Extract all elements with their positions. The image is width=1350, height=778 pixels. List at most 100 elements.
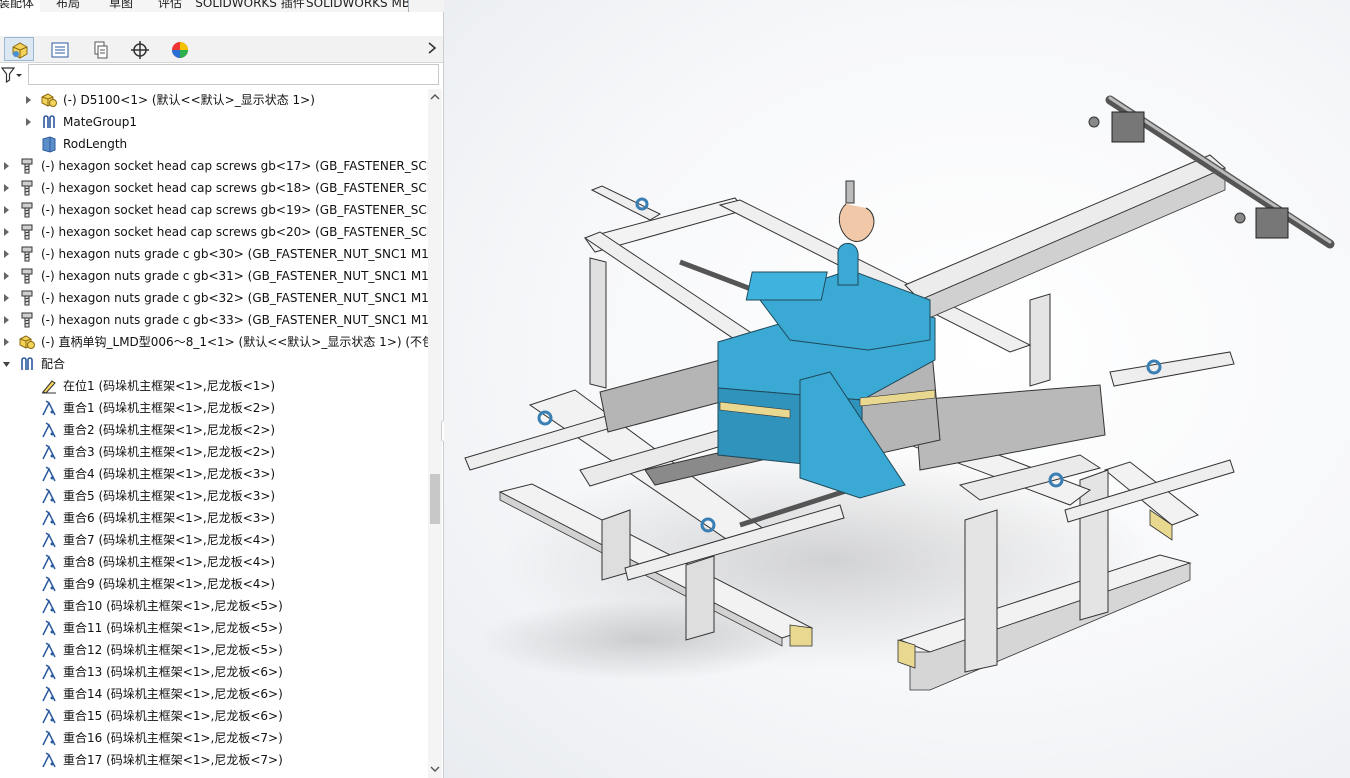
- tree-item-label: 重合17 (码垛机主框架<1>,尼龙板<7>): [63, 753, 283, 767]
- tree-item-label: (-) hexagon socket head cap screws gb<19…: [41, 203, 428, 217]
- tree-item-label: (-) hexagon nuts grade c gb<31> (GB_FAST…: [41, 269, 428, 283]
- expander-collapsed-icon[interactable]: [2, 226, 12, 238]
- tree-item[interactable]: (-) hexagon socket head cap screws gb<19…: [0, 199, 428, 221]
- coincident-mate-icon: [40, 707, 58, 725]
- tree-item[interactable]: 配合: [0, 353, 428, 375]
- expander-collapsed-icon[interactable]: [2, 204, 12, 216]
- clamp-knob[interactable]: [1234, 212, 1246, 224]
- long-beam[interactable]: [904, 154, 1226, 301]
- coincident-mate-icon: [40, 509, 58, 527]
- scroll-up-icon[interactable]: [430, 91, 440, 101]
- scroll-thumb[interactable]: [430, 474, 440, 524]
- tree-item[interactable]: 重合11 (码垛机主框架<1>,尼龙板<5>): [0, 617, 428, 639]
- tree-item-label: 重合14 (码垛机主框架<1>,尼龙板<6>): [63, 687, 283, 701]
- tree-item-label: 重合3 (码垛机主框架<1>,尼龙板<2>): [63, 445, 276, 459]
- tree-item[interactable]: 重合7 (码垛机主框架<1>,尼龙板<4>): [0, 529, 428, 551]
- tree-item-label: 重合10 (码垛机主框架<1>,尼龙板<5>): [63, 599, 283, 613]
- tree-item[interactable]: 在位1 (码垛机主框架<1>,尼龙板<1>): [0, 375, 428, 397]
- frame-leg[interactable]: [1029, 293, 1051, 387]
- tree-scrollbar[interactable]: [428, 89, 442, 778]
- filter-icon[interactable]: [0, 66, 23, 84]
- subassembly-icon: [18, 333, 36, 351]
- tree-item[interactable]: (-) hexagon nuts grade c gb<31> (GB_FAST…: [0, 265, 428, 287]
- fastener-icon: [18, 157, 36, 175]
- hook[interactable]: [838, 203, 875, 242]
- coincident-mate-icon: [40, 685, 58, 703]
- expander-collapsed-icon[interactable]: [24, 116, 34, 128]
- tree-item[interactable]: (-) hexagon socket head cap screws gb<17…: [0, 155, 428, 177]
- tree-item-label: 重合8 (码垛机主框架<1>,尼龙板<4>): [63, 555, 276, 569]
- tree-item-label: 重合12 (码垛机主框架<1>,尼龙板<5>): [63, 643, 283, 657]
- tree-item[interactable]: 重合13 (码垛机主框架<1>,尼龙板<6>): [0, 661, 428, 683]
- frame-leg[interactable]: [685, 555, 715, 641]
- tree-item[interactable]: 重合9 (码垛机主框架<1>,尼龙板<4>): [0, 573, 428, 595]
- expander-collapsed-icon[interactable]: [2, 248, 12, 260]
- expander-collapsed-icon[interactable]: [2, 314, 12, 326]
- command-tab[interactable]: 草图: [96, 0, 147, 12]
- fastener-icon: [18, 267, 36, 285]
- tree-item[interactable]: 重合8 (码垛机主框架<1>,尼龙板<4>): [0, 551, 428, 573]
- hook-base[interactable]: [745, 271, 828, 301]
- coincident-mate-icon: [40, 399, 58, 417]
- tree-item[interactable]: 重合15 (码垛机主框架<1>,尼龙板<6>): [0, 705, 428, 727]
- tree-item[interactable]: (-) hexagon nuts grade c gb<33> (GB_FAST…: [0, 309, 428, 331]
- tree-item[interactable]: (-) hexagon socket head cap screws gb<20…: [0, 221, 428, 243]
- expander-collapsed-icon[interactable]: [2, 270, 12, 282]
- feature-manager-tab[interactable]: [4, 37, 34, 61]
- tree-item-label: RodLength: [63, 137, 128, 151]
- clamp[interactable]: [1111, 111, 1145, 143]
- command-tab[interactable]: 装配体: [0, 0, 41, 12]
- configuration-manager-tab[interactable]: [84, 37, 114, 61]
- expander-collapsed-icon[interactable]: [2, 292, 12, 304]
- tree-item[interactable]: 重合4 (码垛机主框架<1>,尼龙板<3>): [0, 463, 428, 485]
- expander-collapsed-icon[interactable]: [24, 94, 34, 106]
- lock-mate-icon: [40, 377, 58, 395]
- tree-item[interactable]: (-) hexagon nuts grade c gb<30> (GB_FAST…: [0, 243, 428, 265]
- command-tab[interactable]: SOLIDWORKS 插件: [194, 0, 307, 12]
- tree-item[interactable]: 重合3 (码垛机主框架<1>,尼龙板<2>): [0, 441, 428, 463]
- tree-item[interactable]: RodLength: [0, 133, 428, 155]
- tree-item[interactable]: (-) D5100<1> (默认<<默认>_显示状态 1>): [0, 89, 428, 111]
- tree-item-label: (-) hexagon nuts grade c gb<33> (GB_FAST…: [41, 313, 428, 327]
- dimxpert-manager-tab[interactable]: [124, 37, 154, 61]
- assembly-model[interactable]: [444, 0, 1350, 778]
- tree-item[interactable]: 重合17 (码垛机主框架<1>,尼龙板<7>): [0, 749, 428, 771]
- tree-item[interactable]: (-) hexagon socket head cap screws gb<18…: [0, 177, 428, 199]
- graphics-viewport[interactable]: [444, 0, 1350, 778]
- mate-group-icon: [40, 113, 58, 131]
- display-manager-tab[interactable]: [164, 37, 194, 61]
- slide-bar[interactable]: [590, 185, 662, 221]
- property-manager-tab[interactable]: [44, 37, 74, 61]
- mates-folder-icon: [18, 355, 36, 373]
- clamp-knob[interactable]: [1088, 116, 1100, 128]
- command-tab[interactable]: 布局: [40, 0, 97, 12]
- tree-item[interactable]: 重合1 (码垛机主框架<1>,尼龙板<2>): [0, 397, 428, 419]
- expander-collapsed-icon[interactable]: [2, 336, 12, 348]
- tree-item[interactable]: 重合6 (码垛机主框架<1>,尼龙板<3>): [0, 507, 428, 529]
- expander-expanded-icon[interactable]: [2, 358, 12, 370]
- tree-item[interactable]: 重合5 (码垛机主框架<1>,尼龙板<3>): [0, 485, 428, 507]
- tree-item[interactable]: MateGroup1: [0, 111, 428, 133]
- tree-item-label: 重合9 (码垛机主框架<1>,尼龙板<4>): [63, 577, 276, 591]
- expander-collapsed-icon[interactable]: [2, 160, 12, 172]
- coincident-mate-icon: [40, 575, 58, 593]
- expander-collapsed-icon[interactable]: [2, 182, 12, 194]
- tree-item[interactable]: 重合10 (码垛机主框架<1>,尼龙板<5>): [0, 595, 428, 617]
- clamp[interactable]: [1255, 207, 1289, 239]
- tree-item[interactable]: (-) 直柄单钩_LMD型006～8_1<1> (默认<<默认>_显示状态 1>…: [0, 331, 428, 353]
- command-tab[interactable]: 评估: [146, 0, 195, 12]
- tree-item[interactable]: (-) hexagon nuts grade c gb<32> (GB_FAST…: [0, 287, 428, 309]
- tree-item-label: 在位1 (码垛机主框架<1>,尼龙板<1>): [63, 379, 276, 393]
- tree-item[interactable]: 重合14 (码垛机主框架<1>,尼龙板<6>): [0, 683, 428, 705]
- slide-bar[interactable]: [1109, 351, 1235, 387]
- scroll-down-icon[interactable]: [430, 763, 440, 773]
- tree-item[interactable]: 重合12 (码垛机主框架<1>,尼龙板<5>): [0, 639, 428, 661]
- command-tab[interactable]: SOLIDWORKS MBD: [306, 0, 409, 12]
- tree-item[interactable]: 重合2 (码垛机主框架<1>,尼龙板<2>): [0, 419, 428, 441]
- frame-leg[interactable]: [964, 509, 998, 673]
- chevron-right-icon[interactable]: [425, 40, 439, 56]
- filter-input[interactable]: [28, 64, 439, 85]
- tree-item[interactable]: 重合16 (码垛机主框架<1>,尼龙板<7>): [0, 727, 428, 749]
- frame-leg[interactable]: [589, 257, 607, 389]
- coincident-mate-icon: [40, 597, 58, 615]
